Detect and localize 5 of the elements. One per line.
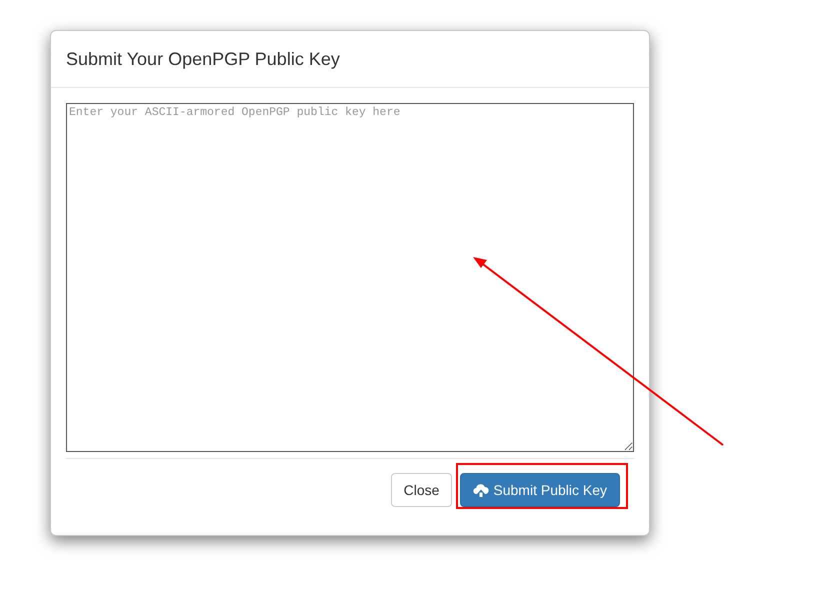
cloud-upload-icon <box>473 483 490 497</box>
key-input-field[interactable]: Enter your ASCII-armored OpenPGP public key here <box>66 103 634 452</box>
dialog-title: Submit Your OpenPGP Public Key <box>66 48 340 70</box>
close-button[interactable]: Close <box>390 473 452 507</box>
submit-button[interactable]: Submit Public Key <box>460 473 620 507</box>
